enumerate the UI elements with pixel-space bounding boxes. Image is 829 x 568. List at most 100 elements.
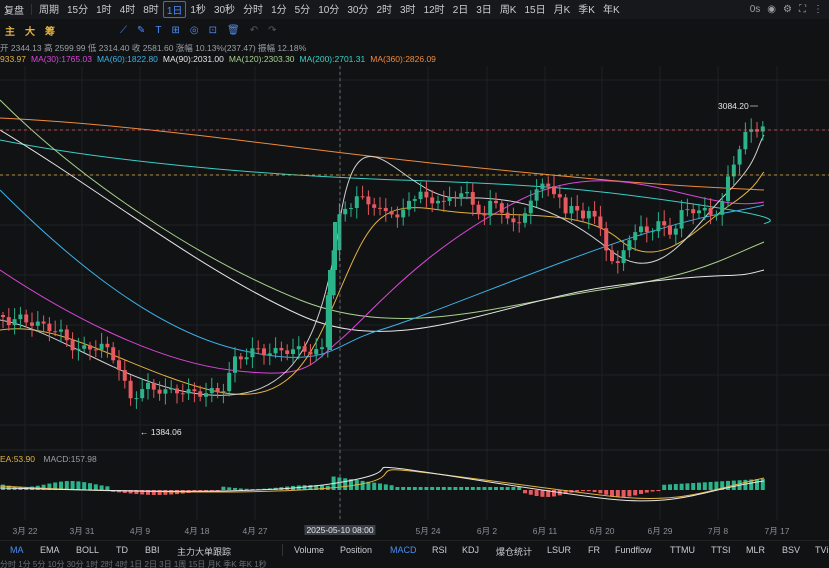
candle-body-86 bbox=[499, 203, 504, 213]
candle-body-12 bbox=[70, 340, 75, 351]
candle-body-108 bbox=[627, 240, 632, 251]
candle-body-33 bbox=[192, 389, 197, 392]
macd-bar-105 bbox=[610, 490, 614, 497]
low-price-label: ← 1384.06 bbox=[140, 427, 182, 437]
candle-body-99 bbox=[575, 206, 580, 211]
macd-bar-116 bbox=[673, 484, 678, 490]
candle-body-71 bbox=[412, 199, 417, 201]
macd-bar-85 bbox=[494, 487, 498, 490]
indicator-mlr[interactable]: MLR bbox=[746, 545, 765, 555]
candle-body-96 bbox=[557, 194, 562, 198]
candle-body-50 bbox=[291, 349, 295, 354]
candlestick-chart[interactable]: 3084.20 ← 1384.06 bbox=[0, 0, 829, 568]
indicator-lsur[interactable]: LSUR bbox=[547, 545, 571, 555]
candle-body-65 bbox=[378, 207, 382, 209]
ma-200-line bbox=[0, 139, 771, 225]
macd-legend: EA:53.90 MACD:157.98 bbox=[0, 454, 300, 466]
candle-body-116 bbox=[673, 228, 678, 235]
candle-body-81 bbox=[470, 192, 475, 205]
indicator-爆仓统计[interactable]: 爆仓统计 bbox=[496, 545, 532, 558]
macd-bar-121 bbox=[702, 482, 707, 490]
candle-body-39 bbox=[227, 372, 232, 392]
candle-body-46 bbox=[267, 353, 272, 356]
candle-body-9 bbox=[53, 331, 58, 333]
candle-body-106 bbox=[615, 261, 620, 264]
candle-body-31 bbox=[180, 393, 185, 395]
macd-bar-119 bbox=[691, 483, 696, 490]
indicator-boll[interactable]: BOLL bbox=[76, 545, 99, 555]
macd-bar-62 bbox=[360, 480, 365, 490]
candle-body-0 bbox=[1, 315, 5, 318]
macd-bar-14 bbox=[82, 482, 87, 490]
macd-bar-84 bbox=[488, 487, 493, 490]
macd-bar-39 bbox=[227, 487, 232, 490]
candle-body-25 bbox=[146, 382, 150, 390]
indicator-position[interactable]: Position bbox=[340, 545, 372, 555]
candle-body-131 bbox=[760, 126, 765, 132]
macd-bar-115 bbox=[668, 484, 672, 490]
candle-spike-up bbox=[328, 270, 332, 350]
macd-bar-80 bbox=[465, 487, 469, 490]
candle-body-72 bbox=[418, 191, 423, 200]
candle-body-63 bbox=[366, 196, 371, 205]
candle-body-44 bbox=[256, 348, 261, 350]
candle-body-113 bbox=[656, 221, 661, 232]
candle-body-6 bbox=[35, 321, 40, 326]
macd-bar-114 bbox=[662, 484, 667, 490]
candle-body-49 bbox=[285, 350, 290, 354]
candle-body-120 bbox=[697, 210, 701, 214]
macd-bar-102 bbox=[592, 490, 597, 493]
indicator-ttsi[interactable]: TTSI bbox=[711, 545, 731, 555]
candle-body-51 bbox=[296, 346, 301, 350]
indicator-主力大单跟踪[interactable]: 主力大单跟踪 bbox=[177, 545, 231, 558]
indicator-bsv[interactable]: BSV bbox=[782, 545, 800, 555]
x-axis: 3月 22 3月 31 4月 9 4月 18 4月 27 2025-05-10 08:00… bbox=[0, 523, 829, 537]
macd-bar-88 bbox=[511, 487, 516, 490]
ma-90-line bbox=[0, 129, 765, 332]
candle-body-105 bbox=[610, 250, 614, 262]
macd-bar-78 bbox=[453, 487, 458, 490]
indicator-bbi[interactable]: BBI bbox=[145, 545, 160, 555]
candle-body-20 bbox=[117, 360, 121, 370]
indicator-td[interactable]: TD bbox=[116, 545, 128, 555]
indicator-macd[interactable]: MACD bbox=[390, 545, 417, 555]
x-tick-9: 6月 20 bbox=[589, 526, 615, 536]
candle-body-37 bbox=[215, 388, 220, 393]
indicator-volume[interactable]: Volume bbox=[294, 545, 324, 555]
candle-body-52 bbox=[302, 346, 307, 352]
macd-bar-13 bbox=[76, 481, 81, 490]
x-tick-2: 4月 9 bbox=[129, 526, 151, 536]
indicator-fundflow[interactable]: Fundflow bbox=[615, 545, 652, 555]
x-tick-0: 3月 22 bbox=[12, 526, 38, 536]
macd-bar-90 bbox=[523, 490, 527, 494]
candle-body-32 bbox=[186, 389, 191, 394]
candle-body-16 bbox=[93, 349, 98, 351]
candle-body-41 bbox=[238, 356, 243, 360]
candle-body-122 bbox=[708, 207, 713, 215]
indicator-tvi[interactable]: TVi bbox=[815, 545, 828, 555]
candle-body-92 bbox=[534, 189, 539, 201]
candle-body-85 bbox=[494, 200, 498, 204]
indicator-kdj[interactable]: KDJ bbox=[462, 545, 479, 555]
macd-bar-42 bbox=[244, 488, 249, 490]
candle-body-98 bbox=[569, 206, 574, 214]
macd-bar-68 bbox=[395, 487, 400, 490]
indicator-ttmu[interactable]: TTMU bbox=[670, 545, 695, 555]
candle-body-88 bbox=[511, 218, 516, 223]
indicator-fr[interactable]: FR bbox=[588, 545, 600, 555]
candle-body-128 bbox=[743, 131, 748, 150]
macd-dea: EA:53.90 bbox=[0, 454, 35, 464]
macd-bar-117 bbox=[679, 483, 684, 490]
indicator-ema[interactable]: EMA bbox=[40, 545, 60, 555]
indicator-ma[interactable]: MA bbox=[10, 545, 24, 555]
candle-body-69 bbox=[401, 209, 406, 218]
macd-bar-82 bbox=[476, 487, 481, 490]
candle-body-8 bbox=[47, 323, 52, 332]
candle-body-97 bbox=[563, 197, 568, 214]
indicator-rsi[interactable]: RSI bbox=[432, 545, 447, 555]
candle-body-29 bbox=[169, 388, 174, 390]
candle-body-117 bbox=[679, 210, 684, 229]
candle-body-77 bbox=[447, 196, 452, 202]
candle-body-123 bbox=[714, 214, 719, 216]
candle-body-2 bbox=[12, 319, 17, 326]
